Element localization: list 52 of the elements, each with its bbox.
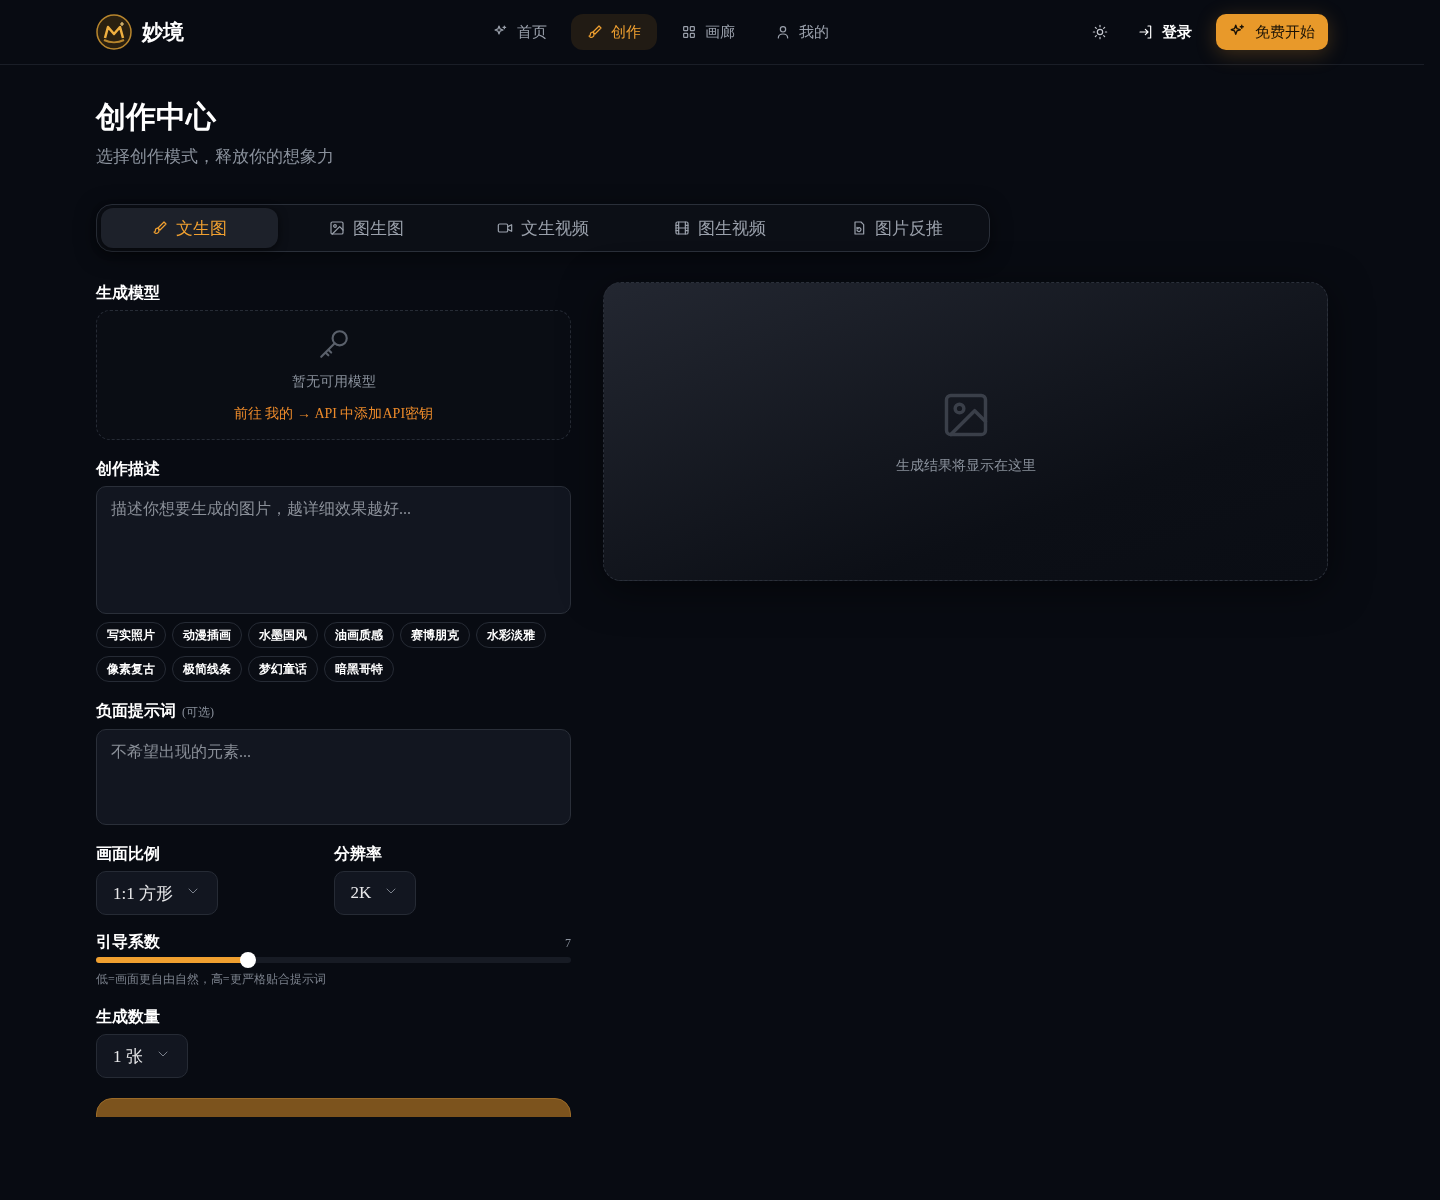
mode-tab[interactable]: 图片反推 bbox=[808, 208, 985, 248]
brand-name: 妙境 bbox=[142, 19, 184, 46]
field-label: 生成模型 bbox=[96, 283, 161, 303]
image-icon bbox=[328, 220, 345, 236]
login-button[interactable]: 登录 bbox=[1138, 22, 1192, 42]
style-chip[interactable]: 油画质感 bbox=[324, 622, 394, 648]
style-chip[interactable]: 水墨国风 bbox=[248, 622, 318, 648]
logo-icon bbox=[96, 14, 132, 50]
style-chip[interactable]: 像素复古 bbox=[96, 656, 166, 682]
prompt-input-field[interactable]: 描述你想要生成的图片，越详细效果越好... bbox=[96, 486, 571, 614]
style-chip[interactable]: 写实照片 bbox=[96, 622, 166, 648]
slider-hint: 低=画面更自由自然，高=更严格贴合提示词 bbox=[96, 971, 327, 988]
brush-icon bbox=[587, 24, 603, 40]
field-label: 画面比例 bbox=[96, 844, 161, 864]
field-label: 创作描述 bbox=[96, 459, 161, 479]
mode-tab[interactable]: 图生视频 bbox=[631, 208, 809, 248]
style-chip[interactable]: 梦幻童话 bbox=[248, 656, 318, 682]
api-key-hint: 前往 我的 → API 中添加API密钥 bbox=[233, 405, 434, 423]
login-icon bbox=[1138, 24, 1154, 40]
style-chip[interactable]: 极简线条 bbox=[172, 656, 242, 682]
brush-icon bbox=[151, 220, 168, 236]
field-label: 负面提示词 (可选) bbox=[96, 701, 215, 721]
style-chip[interactable]: 动漫插画 bbox=[172, 622, 242, 648]
result-empty-message: 生成结果将显示在这里 bbox=[895, 456, 1036, 475]
style-chip[interactable]: 暗黑哥特 bbox=[324, 656, 394, 682]
field-label: 引导系数 bbox=[96, 932, 160, 952]
resolution-select[interactable]: 2K bbox=[333, 871, 417, 915]
style-chip[interactable]: 水彩淡雅 bbox=[476, 622, 546, 648]
style-chip[interactable]: 赛博朋克 bbox=[400, 622, 470, 648]
count-select[interactable]: 1 张 bbox=[96, 1034, 188, 1078]
nav-link[interactable]: 创作 bbox=[571, 14, 657, 50]
empty-message: 暂无可用模型 bbox=[291, 373, 376, 391]
aspect-select[interactable]: 1:1 方形 bbox=[96, 871, 218, 915]
nav-link[interactable]: 画廊 bbox=[665, 14, 751, 50]
mode-tab[interactable]: 图生图 bbox=[277, 208, 455, 248]
negative-prompt-field[interactable]: 不希望出现的元素... bbox=[96, 729, 571, 825]
mode-tab[interactable]: 文生图 bbox=[101, 208, 278, 248]
slider-value: 7 bbox=[565, 936, 571, 951]
field-label: 分辨率 bbox=[333, 844, 383, 864]
video-camera-icon bbox=[497, 220, 513, 236]
field-label: 生成数量 bbox=[96, 1007, 161, 1027]
grid-icon bbox=[681, 24, 697, 40]
nav-link[interactable]: 首页 bbox=[477, 14, 563, 50]
film-icon bbox=[673, 220, 690, 236]
page-subtitle: 选择创作模式，释放你的想象力 bbox=[96, 146, 335, 168]
sun-icon bbox=[1092, 24, 1108, 40]
nav-link[interactable]: 我的 bbox=[759, 14, 845, 50]
slider-thumb[interactable] bbox=[240, 952, 256, 968]
start-button[interactable]: 免费开始 bbox=[1216, 14, 1328, 50]
user-icon bbox=[775, 24, 791, 40]
page-title: 创作中心 bbox=[96, 99, 217, 135]
mode-tab[interactable]: 文生视频 bbox=[454, 208, 632, 248]
